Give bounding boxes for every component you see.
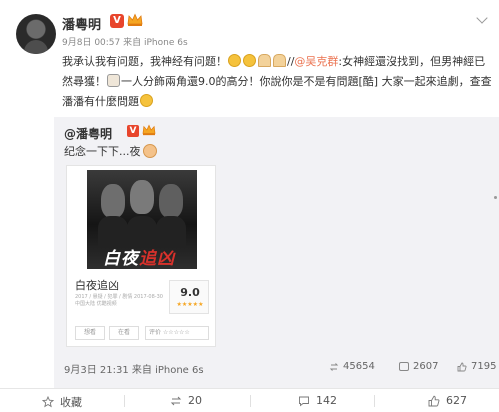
crown-icon (142, 124, 156, 136)
poster-title-a: 白夜 (103, 249, 139, 269)
quoted-repost-count: 45654 (343, 361, 375, 372)
quoted-post[interactable]: @潘粤明 V 纪念一下下...夜 白夜追凶 白夜追凶 2017 / 悬疑 / 犯… (54, 117, 499, 412)
poster-figure (127, 216, 157, 246)
quoted-text: 纪念一下下...夜 (64, 143, 157, 159)
crown-icon (127, 13, 143, 26)
divider (374, 395, 375, 407)
quoted-repost-button[interactable]: 45654 (329, 361, 375, 372)
repost-count: 20 (188, 394, 202, 407)
poster-figure (98, 216, 128, 246)
comment-count: 142 (316, 394, 337, 407)
quoted-comment-count: 2607 (413, 361, 439, 372)
post-meta: 9月8日 00:57 来自 iPhone 6s (62, 38, 188, 48)
favorite-label: 收藏 (60, 396, 82, 409)
quoted-comment-button[interactable]: 2607 (399, 361, 438, 372)
repost-icon (170, 396, 182, 405)
poster-figure (156, 216, 186, 246)
rate-button[interactable]: 评价 ☆☆☆☆☆ (145, 326, 209, 340)
poster-face (130, 180, 154, 214)
quoted-like-button[interactable]: 7195 (457, 361, 496, 372)
comment-icon (299, 396, 309, 406)
poster-face (101, 184, 125, 218)
movie-score: 9.0 (180, 286, 200, 299)
scroll-indicator (494, 196, 497, 199)
like-icon (428, 395, 440, 406)
star-icon (42, 396, 54, 408)
favorite-button[interactable]: 收藏 (42, 394, 82, 410)
avatar[interactable] (16, 14, 56, 54)
divider (250, 395, 251, 407)
quoted-meta: 9月3日 21:31 来自 iPhone 6s (64, 365, 204, 376)
poster-face (159, 184, 183, 218)
post-text-4: 一人分飾兩角還9.0的高分！你說你是不是有問題[酷] 大家一起來追劇，查查潘潘有… (62, 75, 492, 108)
post-body: 我承认我有问题，我神经有问题！//@吴克群:女神經還沒找到，但男神經已然尋獲！一… (62, 52, 494, 112)
like-button[interactable]: 627 (428, 394, 467, 407)
vip-badge: V (110, 14, 124, 28)
repost-icon (329, 362, 339, 371)
quoted-text-content: 纪念一下下...夜 (64, 145, 141, 158)
want-to-watch-button[interactable]: 想看 (75, 326, 105, 340)
pray-emoji-icon (258, 54, 271, 67)
pray-emoji-icon (273, 54, 286, 67)
movie-card[interactable]: 白夜追凶 白夜追凶 2017 / 悬疑 / 犯罪 / 剧情 2017-08-30… (66, 165, 216, 347)
movie-title[interactable]: 白夜追凶 (75, 277, 119, 293)
quoted-like-count: 7195 (471, 361, 497, 372)
laugh-cry-emoji-icon (228, 54, 241, 67)
poster-title: 白夜追凶 (103, 244, 175, 269)
glasses-emoji-icon (140, 94, 153, 107)
watching-button[interactable]: 在看 (109, 326, 139, 340)
like-icon (457, 362, 467, 371)
repost-button[interactable]: 20 (170, 394, 202, 407)
comment-icon (399, 362, 409, 371)
weibo-post: 潘粵明 V 9月8日 00:57 来自 iPhone 6s 我承认我有问题，我神… (0, 0, 499, 412)
action-bar: 收藏 20 142 627 (0, 388, 499, 412)
laugh-cry-emoji-icon (243, 54, 256, 67)
quoted-username[interactable]: @潘粤明 (64, 125, 112, 142)
peace-emoji-icon (142, 144, 157, 158)
quoted-vip-badge: V (127, 125, 139, 137)
post-username[interactable]: 潘粵明 (62, 14, 101, 33)
comment-button[interactable]: 142 (298, 394, 337, 407)
mention-link[interactable]: @吴克群 (294, 55, 338, 68)
ok-hand-emoji-icon (107, 74, 120, 87)
chevron-down-icon[interactable] (476, 12, 488, 24)
poster-title-b: 追凶 (139, 249, 175, 269)
movie-info: 2017 / 悬疑 / 犯罪 / 剧情 2017-08-30 中国大陆 优酷视频 (75, 294, 163, 307)
score-box: 9.0 ★★★★★ (169, 280, 209, 314)
post-text-1: 我承认我有问题，我神经有问题！ (62, 55, 227, 68)
star-icon: ★★★★★ (176, 301, 204, 308)
divider (124, 395, 125, 407)
like-count: 627 (446, 394, 467, 407)
movie-poster[interactable]: 白夜追凶 (87, 170, 197, 269)
